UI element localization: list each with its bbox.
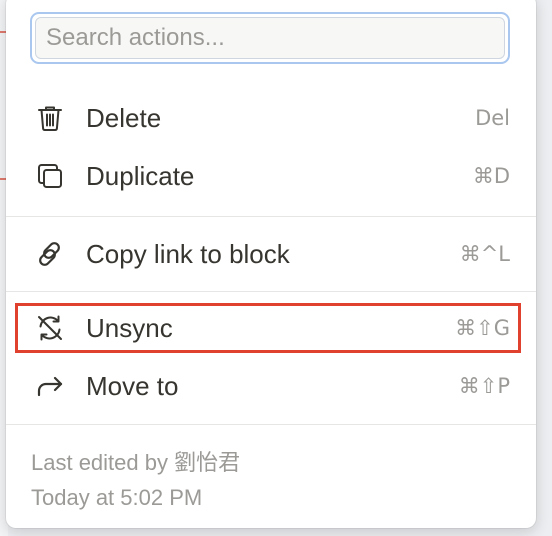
menu-item-delete[interactable]: Delete Del — [18, 90, 524, 146]
search-field — [30, 12, 510, 64]
menu-item-label: Delete — [86, 103, 162, 133]
menu-divider — [6, 291, 536, 292]
menu-item-label: Move to — [86, 371, 179, 401]
menu-item-unsync[interactable]: Unsync ⌘⇧G — [18, 300, 524, 356]
menu-item-copy-link[interactable]: Copy link to block ⌘^L — [18, 226, 524, 282]
duplicate-icon — [34, 160, 66, 192]
unsync-icon — [34, 312, 66, 344]
menu-divider — [6, 216, 536, 217]
last-edited-text: Last edited by 劉怡君 — [31, 450, 241, 475]
trash-icon — [34, 102, 66, 134]
shortcut-hint: ⌘⇧G — [455, 316, 510, 340]
block-actions-menu: Delete Del Duplicate ⌘D Copy link to blo… — [6, 0, 536, 528]
menu-item-duplicate[interactable]: Duplicate ⌘D — [18, 148, 524, 204]
menu-item-label: Duplicate — [86, 161, 195, 191]
shortcut-hint: Del — [475, 106, 510, 130]
last-edited-timestamp: Today at 5:02 PM — [31, 485, 203, 510]
shortcut-hint: ⌘^L — [459, 242, 510, 266]
shortcut-hint: ⌘⇧P — [458, 374, 510, 398]
move-arrow-icon — [34, 370, 66, 402]
menu-divider — [6, 424, 536, 425]
shortcut-hint: ⌘D — [472, 164, 510, 188]
menu-item-label: Copy link to block — [86, 239, 290, 269]
search-input[interactable] — [35, 17, 505, 59]
menu-item-move-to[interactable]: Move to ⌘⇧P — [18, 358, 524, 414]
menu-item-label: Unsync — [86, 313, 173, 343]
link-icon — [34, 238, 66, 270]
